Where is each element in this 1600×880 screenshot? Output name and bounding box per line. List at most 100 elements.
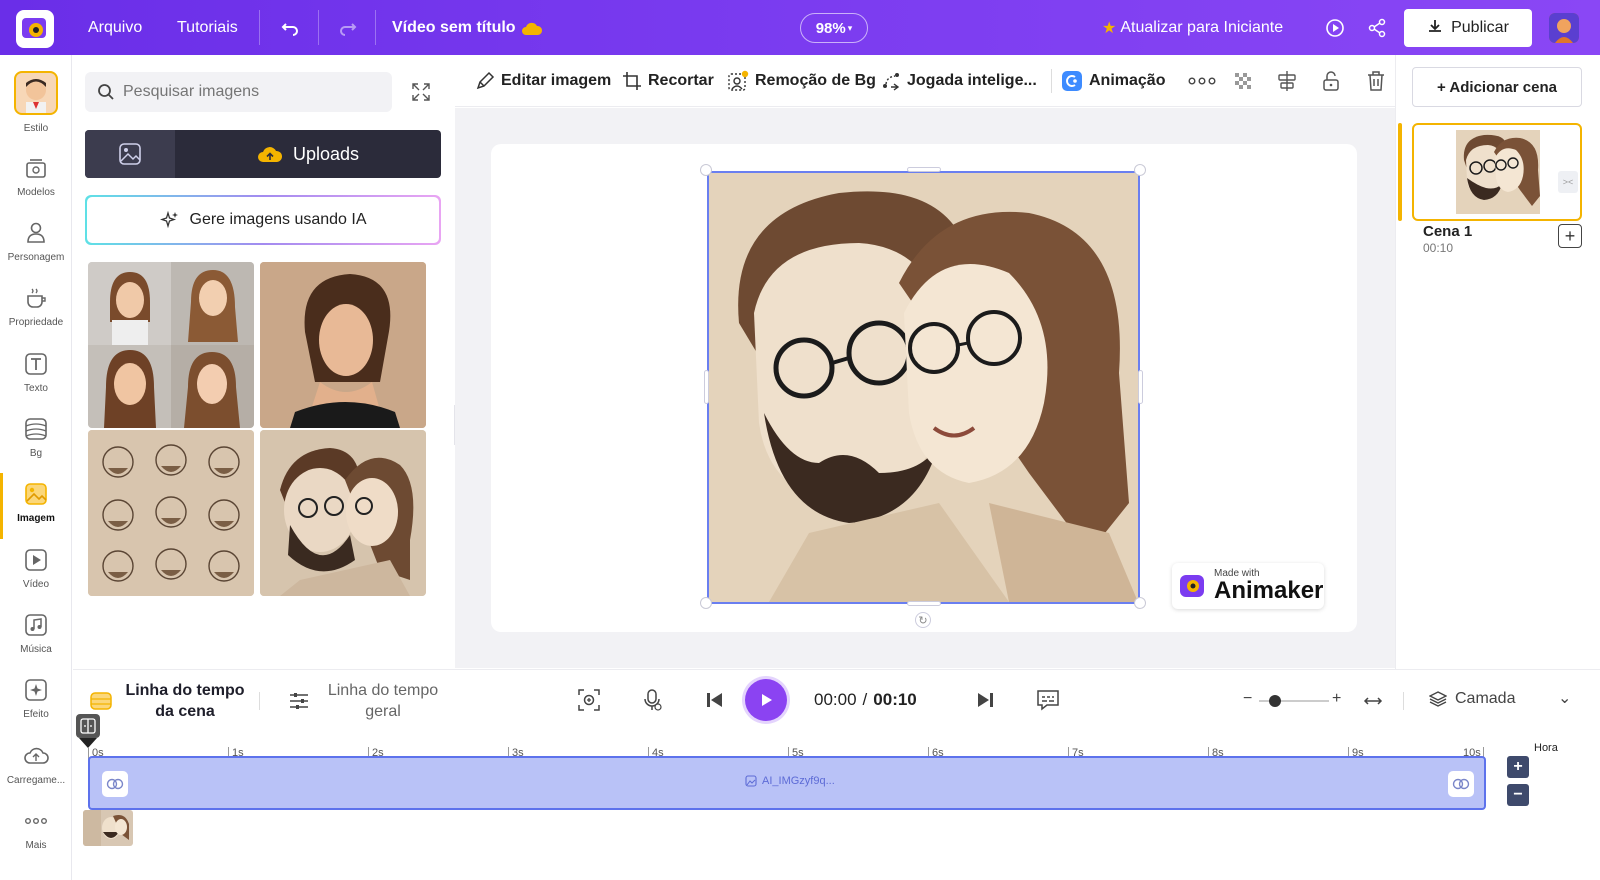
time-separator: / (862, 690, 868, 709)
video-title[interactable]: Vídeo sem título (392, 0, 516, 55)
add-scene-plus-icon[interactable]: + (1558, 224, 1582, 248)
user-avatar[interactable] (1549, 13, 1579, 43)
animation-button[interactable]: Animação (1061, 55, 1165, 107)
play-preview-icon[interactable] (1325, 0, 1345, 55)
left-sidebar: Estilo Modelos Personagem Propriedade Te… (0, 55, 72, 880)
menu-file[interactable]: Arquivo (88, 0, 142, 55)
sidebar-item-style[interactable]: Estilo (0, 69, 72, 135)
undo-icon[interactable] (280, 0, 300, 55)
download-icon (1427, 18, 1443, 39)
track-thumbnail[interactable] (83, 810, 133, 846)
divider (318, 10, 319, 45)
image-track-clip[interactable]: AI_IMGzyf9q... (88, 756, 1486, 810)
play-button[interactable] (745, 679, 787, 721)
smart-move-icon (883, 73, 900, 91)
align-icon[interactable] (1276, 55, 1298, 107)
split-icon (80, 718, 96, 734)
selected-image[interactable] (707, 171, 1140, 604)
sidebar-item-label: Propriedade (8, 317, 64, 328)
sidebar-item-effect[interactable]: Efeito (0, 669, 72, 735)
resize-handle[interactable] (1134, 164, 1146, 176)
image-toolbar: Editar imagem Recortar Remoção de Bg Jog… (455, 55, 1395, 107)
sidebar-item-label: Mais (25, 840, 47, 851)
panel-tabs: Uploads (85, 130, 441, 178)
zoom-in-icon[interactable]: + (1332, 690, 1341, 708)
add-track-button[interactable]: + (1507, 756, 1529, 778)
smart-move-button[interactable]: Jogada intelige... (881, 55, 1037, 107)
resize-handle[interactable] (704, 370, 709, 404)
skip-forward-icon[interactable] (973, 688, 997, 712)
playhead-handle[interactable] (76, 714, 100, 738)
divider (259, 692, 260, 710)
animaker-logo-icon (1180, 575, 1204, 597)
upgrade-label: Atualizar para Iniciante (1120, 18, 1284, 36)
tab-global-timeline[interactable]: Linha do tempo geral (287, 680, 443, 722)
crop-button[interactable]: Recortar (622, 55, 714, 107)
resize-handle[interactable] (907, 167, 941, 172)
zoom-slider-thumb[interactable] (1269, 695, 1281, 707)
transparency-icon[interactable] (1233, 55, 1253, 107)
tab-images[interactable] (85, 130, 175, 178)
sidebar-item-text[interactable]: Texto (0, 343, 72, 409)
scene-thumbnail[interactable]: >< (1412, 123, 1582, 221)
sidebar-item-label: Bg (29, 448, 43, 459)
rotate-handle-icon[interactable]: ↻ (915, 612, 931, 628)
image-thumbnail[interactable] (88, 430, 254, 596)
chevron-down-icon[interactable]: ⌄ (1558, 688, 1571, 708)
animaker-logo-icon[interactable] (16, 10, 54, 48)
delete-icon[interactable] (1366, 55, 1386, 107)
subtitle-icon[interactable] (1035, 688, 1061, 712)
fit-width-icon[interactable] (1362, 690, 1384, 712)
image-thumbnail[interactable] (88, 262, 254, 428)
zoom-value: 98% (815, 19, 846, 37)
link-icon[interactable] (1448, 771, 1474, 797)
tab-uploads[interactable]: Uploads (175, 130, 441, 178)
scene-name[interactable]: Cena 1 (1423, 223, 1472, 240)
screen-record-icon[interactable] (577, 688, 601, 712)
resize-handle[interactable] (1134, 597, 1146, 609)
menu-tutorials[interactable]: Tutoriais (177, 0, 238, 55)
sidebar-item-templates[interactable]: Modelos (0, 147, 72, 213)
bg-removal-button[interactable]: Remoção de Bg (727, 55, 876, 107)
resize-handle[interactable] (1138, 370, 1143, 404)
publish-button[interactable]: Publicar (1404, 9, 1532, 47)
share-icon[interactable] (1367, 0, 1387, 55)
sidebar-item-music[interactable]: Música (0, 604, 72, 670)
edit-image-button[interactable]: Editar imagem (475, 55, 611, 107)
background-icon (25, 418, 47, 440)
sidebar-item-label: Modelos (17, 187, 55, 198)
sidebar-item-property[interactable]: Propriedade (0, 277, 72, 343)
divider (1051, 69, 1052, 93)
sidebar-item-bg[interactable]: Bg (0, 408, 72, 474)
zoom-out-icon[interactable]: − (1243, 690, 1252, 708)
resize-handle[interactable] (700, 597, 712, 609)
pen-icon (476, 71, 495, 90)
zoom-dropdown[interactable]: 98% ▾ (800, 13, 868, 43)
sidebar-item-image[interactable]: Imagem (0, 473, 72, 539)
layer-button[interactable]: Camada (1429, 690, 1515, 708)
microphone-icon[interactable] (640, 688, 664, 712)
property-cup-icon (27, 288, 46, 308)
sidebar-item-uploads[interactable]: Carregame... (0, 735, 72, 801)
scene-transition-icon[interactable]: >< (1558, 171, 1578, 193)
tab-scene-timeline[interactable]: Linha do tempo da cena (89, 680, 245, 722)
sidebar-item-character[interactable]: Personagem (0, 212, 72, 278)
upgrade-link[interactable]: ★ Atualizar para Iniciante (1102, 0, 1283, 55)
upload-cloud-icon (24, 747, 49, 764)
more-options-icon[interactable] (1188, 55, 1216, 107)
add-scene-button[interactable]: + Adicionar cena (1412, 67, 1582, 107)
remove-track-button[interactable]: − (1507, 784, 1529, 806)
resize-handle[interactable] (907, 601, 941, 606)
sidebar-item-more[interactable]: Mais (0, 800, 72, 866)
skip-back-icon[interactable] (703, 688, 727, 712)
search-input[interactable] (123, 83, 373, 101)
image-thumbnail[interactable] (260, 262, 426, 428)
redo-icon[interactable] (338, 0, 358, 55)
lock-icon[interactable] (1321, 55, 1341, 107)
image-thumbnail[interactable] (260, 430, 426, 596)
resize-handle[interactable] (700, 164, 712, 176)
sidebar-item-video[interactable]: Vídeo (0, 539, 72, 605)
link-icon[interactable] (102, 771, 128, 797)
expand-icon[interactable] (401, 72, 441, 112)
generate-ai-button[interactable]: Gere imagens usando IA (85, 195, 441, 245)
